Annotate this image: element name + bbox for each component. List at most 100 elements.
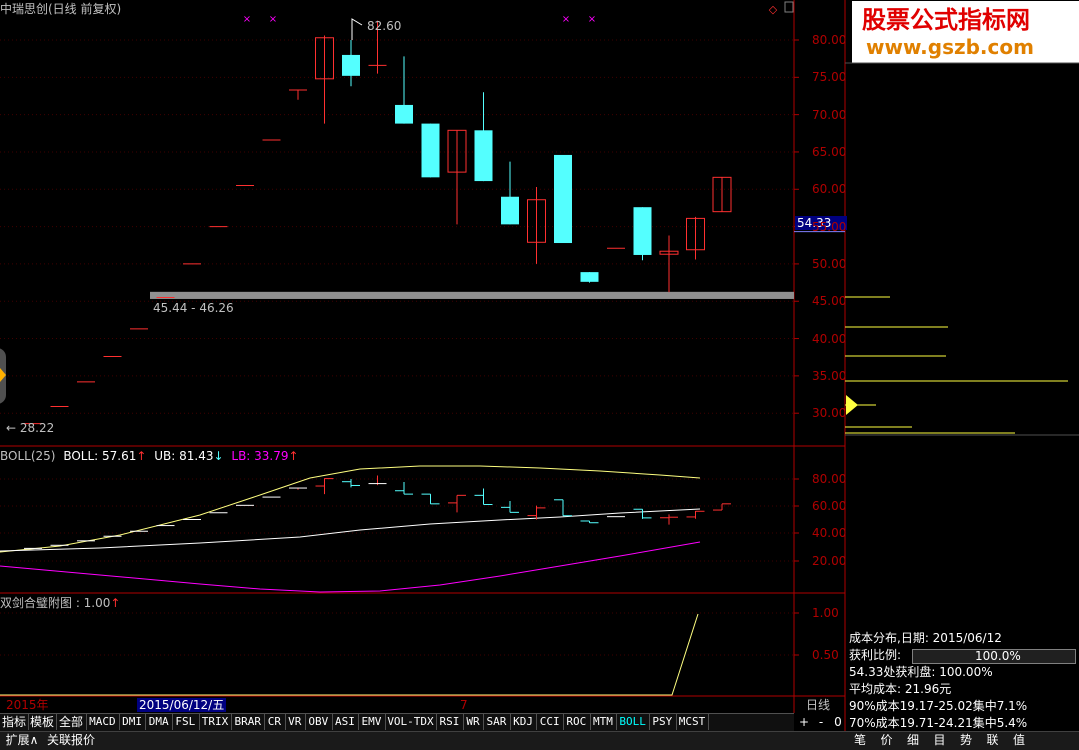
signal-diamond-marker: ◇ — [769, 3, 778, 16]
candle-body-down — [421, 123, 440, 178]
boll-tick-label: 20.00 — [812, 554, 847, 568]
tab-rsi[interactable]: RSI — [436, 714, 464, 730]
profit-ratio-label: 获利比例: — [849, 648, 902, 662]
candle-body-down — [474, 130, 493, 182]
tab-cr[interactable]: CR — [264, 714, 286, 730]
boll-tick-label: 80.00 — [812, 472, 847, 486]
boll-up-arrow: ↑ — [136, 449, 147, 463]
tab-mtm[interactable]: MTM — [590, 714, 618, 730]
candle-body-down — [342, 54, 360, 76]
boll-middle-band — [0, 508, 701, 552]
price-tick-label: 35.00 — [812, 368, 847, 383]
tab-indicator[interactable]: 指标 — [0, 714, 29, 730]
cost-70-line: 70%成本19.71-24.21集中5.4% — [849, 716, 1028, 730]
price-tick-label: 50.00 — [812, 256, 847, 271]
right-button-link[interactable]: 联 — [982, 732, 1004, 748]
cost-profit-line: 54.33处获利盘: 100.00% — [849, 665, 993, 679]
tab-wr[interactable]: WR — [463, 714, 485, 730]
tab-obv[interactable]: OBV — [305, 714, 333, 730]
time-axis-date: 2015/06/12/五 — [137, 698, 227, 712]
right-button-value[interactable]: 值 — [1008, 732, 1030, 748]
low-price-value: 28.22 — [19, 421, 55, 435]
price-tick-label: 60.00 — [812, 182, 847, 197]
right-button-item[interactable]: 目 — [929, 732, 951, 748]
tab-dma[interactable]: DMA — [145, 714, 173, 730]
scroll-marker — [784, 1, 794, 13]
tab-sar[interactable]: SAR — [483, 714, 511, 730]
zoom-out-button[interactable]: - — [814, 714, 828, 730]
tab-template[interactable]: 模板 — [28, 714, 57, 730]
boll-name: BOLL(25) — [0, 449, 56, 463]
boll-lb-value: LB: 33.79 — [231, 449, 289, 463]
boll-value: BOLL: 57.61 — [63, 449, 137, 463]
price-tick-label: 55.00 — [812, 219, 847, 234]
tab-psy[interactable]: PSY — [649, 714, 677, 730]
signal-x-marker: × — [269, 14, 277, 25]
right-button-trend[interactable]: 势 — [955, 732, 977, 748]
tab-kdj[interactable]: KDJ — [510, 714, 538, 730]
average-cost-line: 平均成本: 21.96元 — [849, 682, 952, 696]
cost-90-line: 90%成本19.17-25.02集中7.1% — [849, 699, 1028, 713]
candle-body-down — [395, 104, 413, 124]
profit-ratio-bar: 100.0% — [912, 649, 1076, 664]
boll-lower-band — [0, 541, 701, 593]
tab-all[interactable]: 全部 — [56, 714, 87, 730]
price-tick-label: 75.00 — [812, 70, 847, 85]
zoom-in-button[interactable]: + — [797, 714, 811, 730]
low-price-label: ← 28.22 — [6, 421, 55, 435]
signal-x-marker: × — [562, 14, 570, 25]
time-axis-year: 2015年 — [6, 698, 49, 712]
expand-button[interactable]: 扩展∧ — [2, 732, 42, 748]
boll-label-row: BOLL(25) BOLL: 57.61↑ UB: 81.43↓ LB: 33.… — [0, 449, 299, 463]
boll-tick-label: 60.00 — [812, 499, 847, 513]
tab-trix[interactable]: TRIX — [199, 714, 233, 730]
boll-upper-band — [0, 465, 701, 553]
tab-roc[interactable]: ROC — [563, 714, 591, 730]
candle-body-down — [554, 154, 572, 244]
tab-cci[interactable]: CCI — [536, 714, 564, 730]
tab-emv[interactable]: EMV — [358, 714, 386, 730]
tab-boll[interactable]: BOLL — [616, 714, 650, 730]
boll-lb-arrow: ↑ — [288, 449, 299, 463]
right-button-price[interactable]: 价 — [876, 732, 898, 748]
tab-mcst[interactable]: MCST — [676, 714, 710, 730]
related-quote-button[interactable]: 关联报价 — [44, 732, 98, 748]
price-tick-label: 65.00 — [812, 144, 847, 159]
tab-fsl[interactable]: FSL — [172, 714, 200, 730]
boll-tick-label: 40.00 — [812, 526, 847, 540]
sub-tick-label: 1.00 — [812, 606, 839, 620]
candle-body-down — [580, 272, 599, 282]
price-tick-label: 30.00 — [812, 406, 847, 421]
support-range-label: 45.44 - 46.26 — [153, 301, 234, 315]
profit-ratio-value: 100.0% — [975, 649, 1021, 663]
period-label[interactable]: 日线 — [806, 698, 830, 712]
sub-indicator-value: 双剑合璧附图 : 1.00 — [0, 596, 111, 610]
right-button-detail[interactable]: 细 — [902, 732, 924, 748]
signal-x-marker: × — [243, 14, 251, 25]
tab-asi[interactable]: ASI — [332, 714, 360, 730]
sub-indicator-label: 双剑合璧附图 : 1.00↑ — [0, 596, 120, 610]
high-price-label: 82.60 — [367, 19, 402, 33]
right-button-pen[interactable]: 笔 — [849, 732, 871, 748]
signal-x-marker: × — [588, 14, 596, 25]
tab-brar[interactable]: BRAR — [231, 714, 266, 730]
price-tick-label: 40.00 — [812, 331, 847, 346]
high-marker — [351, 18, 363, 40]
boll-ub-arrow: ↓ — [213, 449, 224, 463]
side-nav-arrow-icon — [0, 368, 6, 382]
bottom-bar — [0, 731, 845, 750]
boll-ub-value: UB: 81.43 — [154, 449, 214, 463]
price-tick-label: 70.00 — [812, 107, 847, 122]
candle-body-down — [633, 207, 652, 255]
cost-peak — [846, 395, 858, 415]
tab-vol-tdx[interactable]: VOL-TDX — [385, 714, 438, 730]
support-band — [150, 291, 794, 299]
cost-date-line: 成本分布,日期: 2015/06/12 — [849, 631, 1002, 645]
zoom-reset-button[interactable]: 0 — [831, 714, 845, 730]
tab-dmi[interactable]: DMI — [119, 714, 147, 730]
candle-body-down — [501, 196, 519, 225]
tab-macd[interactable]: MACD — [86, 714, 120, 730]
tab-vr[interactable]: VR — [285, 714, 306, 730]
price-tick-label: 80.00 — [812, 33, 847, 47]
sub-tick-label: 0.50 — [812, 648, 839, 662]
